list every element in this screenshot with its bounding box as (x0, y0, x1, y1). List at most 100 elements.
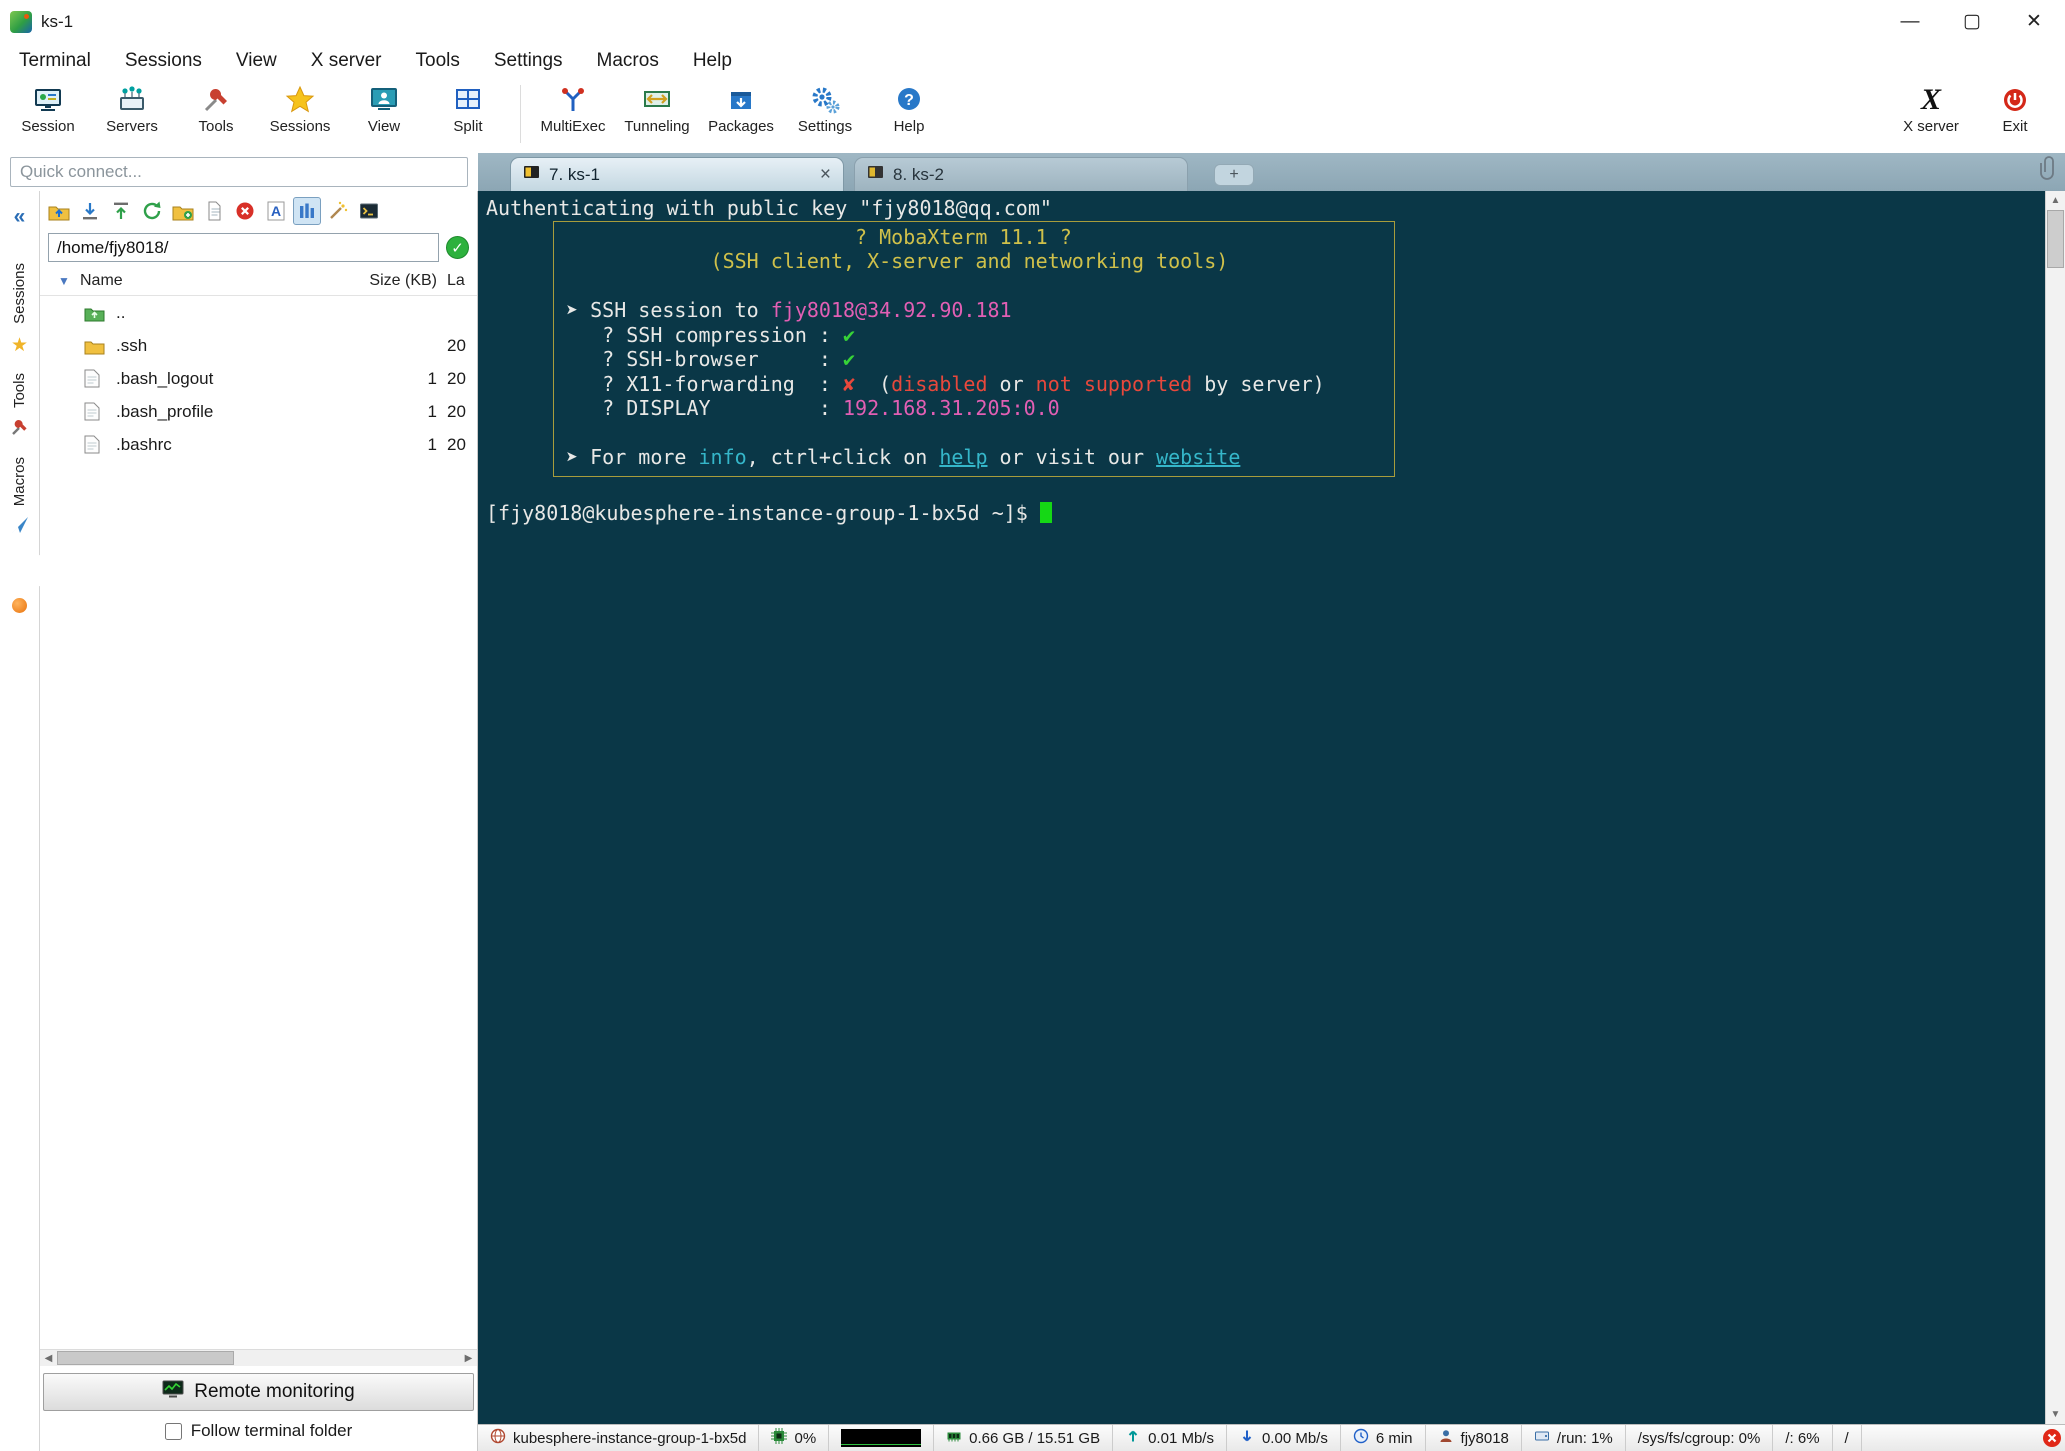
scrollbar-thumb[interactable] (2047, 210, 2064, 268)
menu-sessions[interactable]: Sessions (108, 50, 219, 72)
title-bar: ks-1 — ▢ ✕ (0, 0, 2065, 43)
terminal-auth-line: Authenticating with public key "fjy8018@… (486, 196, 1052, 220)
terminal[interactable]: Authenticating with public key "fjy8018@… (478, 191, 2045, 1424)
status-graph (829, 1425, 935, 1451)
session-icon (31, 83, 65, 117)
menu-macros[interactable]: Macros (580, 50, 676, 72)
status-host: kubesphere-instance-group-1-bx5d (478, 1425, 760, 1451)
attachment-paperclip-icon[interactable] (2039, 155, 2057, 186)
close-button[interactable]: ✕ (2003, 0, 2065, 43)
scrollbar-thumb[interactable] (57, 1351, 235, 1365)
quick-connect-input[interactable] (10, 157, 468, 187)
file-row-up[interactable]: .. (40, 296, 477, 329)
file-row-bashrc[interactable]: .bashrc 1 20 (40, 428, 477, 461)
refresh-icon[interactable] (138, 197, 166, 225)
disk-icon (1534, 1428, 1550, 1448)
file-row-bash-logout[interactable]: .bash_logout 1 20 (40, 362, 477, 395)
macros-paperplane-icon (11, 516, 29, 539)
menu-view[interactable]: View (219, 50, 294, 72)
toolbar-separator (520, 85, 521, 143)
help-icon: ? (892, 83, 926, 117)
xserver-button[interactable]: X X server (1889, 83, 1973, 136)
ram-icon (946, 1428, 962, 1448)
rail-tab-tools[interactable]: Tools (11, 373, 28, 408)
settings-gear-icon (808, 83, 842, 117)
view-columns-icon[interactable] (293, 197, 321, 225)
folder-icon (84, 336, 108, 356)
cpu-graph (841, 1429, 922, 1447)
svg-text:A: A (271, 203, 281, 219)
status-disk-root: /: 6% (1773, 1425, 1833, 1451)
sftp-path-input[interactable] (48, 233, 439, 262)
file-icon (84, 402, 108, 422)
split-button[interactable]: Split (426, 83, 510, 135)
delete-icon[interactable] (231, 197, 259, 225)
new-tab-button[interactable]: + (1214, 164, 1254, 186)
sessions-star-icon (283, 83, 317, 117)
side-rail: « Sessions ★ Tools Macros Sftp (0, 191, 239, 1451)
path-ok-icon[interactable]: ✓ (446, 236, 469, 259)
menu-settings[interactable]: Settings (477, 50, 580, 72)
scroll-left-icon[interactable]: ◀ (40, 1353, 57, 1364)
servers-button[interactable]: Servers (90, 83, 174, 135)
sync-terminal-icon[interactable] (355, 197, 383, 225)
terminal-scrollbar[interactable]: ▲ ▼ (2045, 191, 2065, 1424)
tab-ks-1[interactable]: 7. ks-1 × (510, 157, 844, 191)
sessions-button[interactable]: Sessions (258, 83, 342, 135)
globe-icon (490, 1428, 506, 1448)
horizontal-scrollbar[interactable]: ◀ ▶ (40, 1349, 477, 1366)
column-header-size[interactable]: Size (KB) (335, 272, 447, 290)
menu-xserver[interactable]: X server (294, 50, 399, 72)
column-header-modified[interactable]: La (447, 272, 477, 290)
menu-tools[interactable]: Tools (399, 50, 477, 72)
new-file-icon[interactable] (200, 197, 228, 225)
exit-button[interactable]: Exit (1973, 83, 2057, 135)
tree-expander-icon[interactable]: ▼ (58, 274, 80, 288)
view-button[interactable]: View (342, 83, 426, 135)
multiexec-button[interactable]: MultiExec (531, 83, 615, 135)
help-button[interactable]: ? Help (867, 83, 951, 135)
maximize-button[interactable]: ▢ (1941, 0, 2003, 43)
session-button[interactable]: Session (6, 83, 90, 135)
scroll-up-icon[interactable]: ▲ (2046, 191, 2065, 210)
servers-icon (115, 83, 149, 117)
split-icon (451, 83, 485, 117)
upload-icon[interactable] (107, 197, 135, 225)
menu-bar: Terminal Sessions View X server Tools Se… (0, 43, 2065, 79)
sessions-star-icon: ★ (10, 334, 29, 356)
sftp-toolbar: A (40, 191, 477, 231)
magic-wand-icon[interactable] (324, 197, 352, 225)
scroll-down-icon[interactable]: ▼ (2046, 1405, 2065, 1424)
status-disk-cgroup: /sys/fs/cgroup: 0% (1626, 1425, 1774, 1451)
menu-help[interactable]: Help (676, 50, 749, 72)
download-icon[interactable] (76, 197, 104, 225)
rail-tab-macros[interactable]: Macros (11, 457, 28, 506)
main-toolbar: Session Servers Tools Sessions View Spli… (0, 79, 2065, 153)
new-folder-icon[interactable] (169, 197, 197, 225)
tunneling-button[interactable]: Tunneling (615, 83, 699, 135)
remote-monitoring-button[interactable]: Remote monitoring (43, 1373, 474, 1411)
status-uptime: 6 min (1341, 1425, 1426, 1451)
tab-close-icon[interactable]: × (820, 165, 831, 184)
scroll-right-icon[interactable]: ▶ (460, 1353, 477, 1364)
file-icon (84, 369, 108, 389)
settings-button[interactable]: Settings (783, 83, 867, 135)
file-list-header: ▼ Name Size (KB) La (40, 266, 477, 296)
column-header-name[interactable]: Name (80, 272, 335, 290)
cpu-icon (771, 1428, 788, 1448)
encoding-icon[interactable]: A (262, 197, 290, 225)
go-up-folder-icon[interactable] (45, 197, 73, 225)
collapse-sidebar-icon[interactable]: « (14, 205, 26, 229)
minimize-button[interactable]: — (1879, 0, 1941, 43)
packages-icon (724, 83, 758, 117)
menu-terminal[interactable]: Terminal (2, 50, 108, 72)
follow-terminal-folder-checkbox[interactable] (164, 1422, 182, 1440)
rail-tab-sftp[interactable]: Sftp (0, 555, 239, 587)
tab-ks-2[interactable]: 8. ks-2 (854, 157, 1188, 191)
file-row-bash-profile[interactable]: .bash_profile 1 20 (40, 395, 477, 428)
rail-tab-sessions[interactable]: Sessions (11, 263, 28, 324)
statusbar-close-icon[interactable] (2042, 1428, 2062, 1451)
tools-button[interactable]: Tools (174, 83, 258, 135)
packages-button[interactable]: Packages (699, 83, 783, 135)
file-row-ssh[interactable]: .ssh 20 (40, 329, 477, 362)
